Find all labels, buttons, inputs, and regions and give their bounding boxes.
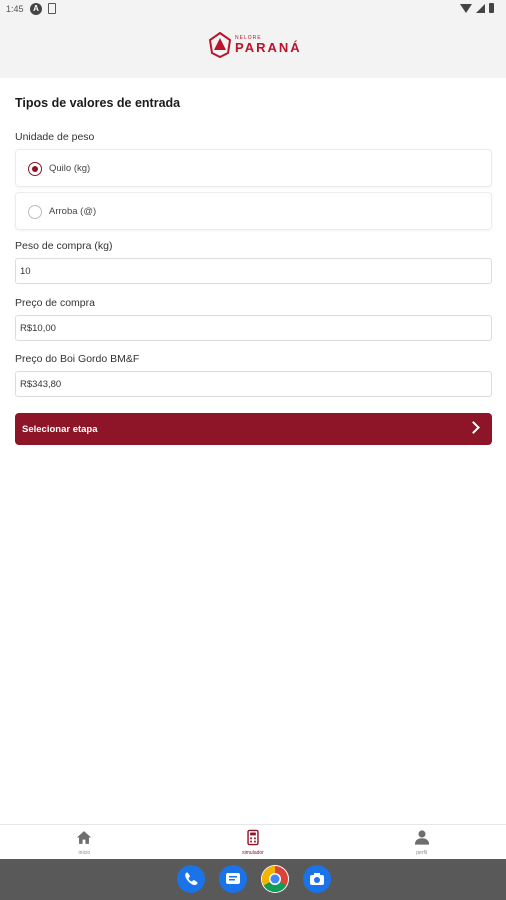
purchase-price-input[interactable]: [15, 315, 492, 341]
purchase-price-label: Preço de compra: [15, 297, 95, 309]
radio-label-arroba: Arroba (@): [49, 206, 97, 217]
calculator-icon: [247, 829, 259, 846]
sim-card-icon: [48, 3, 56, 14]
accessibility-badge-icon: A: [30, 3, 42, 15]
home-icon: [77, 831, 92, 844]
wifi-icon: [460, 3, 472, 13]
camera-icon[interactable]: [303, 865, 331, 893]
chrome-icon[interactable]: [261, 865, 289, 893]
weight-unit-label: Unidade de peso: [15, 131, 95, 143]
select-stage-label: Selecionar etapa: [22, 424, 98, 435]
chevron-right-icon: [467, 421, 480, 434]
signal-icon: [476, 3, 485, 13]
bottom-nav: início simulador perfil: [0, 824, 506, 859]
radio-option-arroba[interactable]: Arroba (@): [15, 192, 492, 230]
nav-item-simulador[interactable]: simulador: [169, 825, 338, 859]
nav-label-inicio: início: [78, 850, 91, 856]
nav-label-simulador: simulador: [242, 850, 264, 856]
purchase-weight-input[interactable]: [15, 258, 492, 284]
page-title: Tipos de valores de entrada: [15, 96, 181, 110]
boi-gordo-price-input[interactable]: [15, 371, 492, 397]
radio-selected-icon[interactable]: [28, 162, 42, 176]
radio-option-kg[interactable]: Quilo (kg): [15, 149, 492, 187]
logo: NELORE PARANÁ: [209, 32, 302, 58]
battery-icon: [489, 3, 494, 13]
logo-mark-icon: [209, 32, 231, 58]
nav-item-perfil[interactable]: perfil: [337, 825, 506, 859]
nav-label-perfil: perfil: [416, 850, 428, 856]
select-stage-button[interactable]: Selecionar etapa: [15, 413, 492, 445]
nav-item-inicio[interactable]: início: [0, 825, 169, 859]
person-icon: [414, 830, 429, 845]
status-bar: 1:45 A: [0, 0, 506, 18]
status-indicators: [460, 3, 494, 13]
logo-title: PARANÁ: [235, 40, 302, 55]
app-header: NELORE PARANÁ: [0, 18, 506, 78]
phone-icon[interactable]: [177, 865, 205, 893]
radio-unselected-icon[interactable]: [28, 205, 42, 219]
radio-label-kg: Quilo (kg): [49, 163, 91, 174]
status-time: 1:45: [6, 4, 24, 14]
system-dock: [0, 859, 506, 900]
boi-gordo-price-label: Preço do Boi Gordo BM&F: [15, 353, 140, 365]
purchase-weight-label: Peso de compra (kg): [15, 240, 113, 252]
messages-icon[interactable]: [219, 865, 247, 893]
